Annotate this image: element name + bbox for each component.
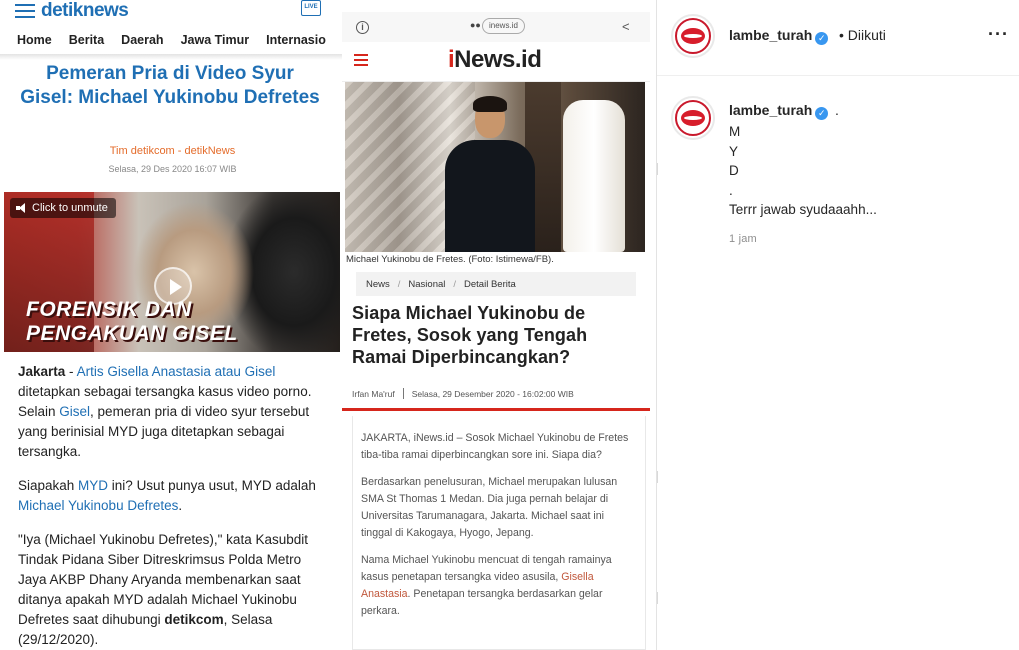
caption-line: M (729, 124, 741, 139)
article-title: Siapa Michael Yukinobu de Fretes, Sosok … (352, 303, 588, 367)
post-username[interactable]: lambe_turah ✓ (729, 27, 829, 45)
nav-item-home[interactable]: Home (0, 30, 52, 54)
edge-tick (657, 471, 658, 483)
link-gisella[interactable]: Artis Gisella Anastasia atau Gisel (77, 364, 276, 379)
detik-nav: Home Berita Daerah Jawa Timur Internasio (0, 30, 345, 54)
red-divider (342, 408, 650, 411)
article-author[interactable]: Irfan Ma'ruf (352, 389, 395, 399)
instagram-panel: lambe_turah ✓ • Diikuti ··· lambe_turah ✓ … (656, 0, 1019, 650)
video-caption-line2: PENGAKUAN GISEL (26, 322, 238, 345)
post-caption: M Y D . Terrr jawab syudaaahh... (729, 122, 877, 220)
post-timestamp[interactable]: 1 jam (729, 233, 757, 245)
detik-topbar: detiknews LIVE (0, 0, 345, 26)
detik-logo-part1: detik (41, 0, 83, 21)
nav-item-berita[interactable]: Berita (52, 30, 104, 54)
detik-panel: detiknews LIVE Home Berita Daerah Jawa T… (0, 0, 345, 650)
nav-item-internasional[interactable]: Internasio (249, 30, 326, 54)
article-meta: Irfan Ma'ruf Selasa, 29 Desember 2020 - … (352, 388, 574, 399)
inews-logo-rest: News.id (454, 46, 542, 73)
source-name: detikcom (164, 612, 224, 627)
dateline: Jakarta (18, 364, 66, 379)
paragraph-2-text-c: . (178, 498, 183, 513)
comment-avatar[interactable] (671, 96, 715, 140)
menu-icon[interactable] (354, 54, 368, 66)
following-status[interactable]: • Diikuti (839, 27, 886, 43)
paragraph-2: Berdasarkan penelusuran, Michael merupak… (361, 476, 618, 539)
video-player[interactable]: Click to unmute FORENSIK DAN PENGAKUAN G… (4, 192, 340, 352)
more-options-icon[interactable]: ··· (988, 24, 1009, 45)
nav-divider (0, 54, 345, 60)
breadcrumb-separator: / (397, 278, 401, 290)
info-icon[interactable]: i (356, 21, 369, 34)
live-tv-icon[interactable]: LIVE (301, 0, 321, 16)
verified-badge-icon: ✓ (815, 107, 829, 120)
meta-divider (402, 388, 404, 399)
paragraph-1: JAKARTA, iNews.id – Sosok Michael Yukino… (361, 432, 629, 461)
dateline-dash: - (65, 364, 77, 379)
caption-first-line: . (835, 102, 839, 118)
photo-person (445, 96, 535, 252)
nav-item-daerah[interactable]: Daerah (104, 30, 163, 54)
article-headline: Pemeran Pria di Video Syur Gisel: Michae… (20, 63, 320, 108)
share-icon[interactable]: < (622, 19, 630, 34)
caption-line: . (729, 182, 733, 198)
edge-tick (657, 163, 658, 175)
url-pill[interactable]: inews.id (482, 18, 525, 34)
avatar[interactable] (671, 14, 715, 58)
edge-tick (657, 592, 658, 604)
menu-icon[interactable] (15, 4, 35, 20)
detik-logo[interactable]: detiknews (41, 0, 129, 22)
article-body: JAKARTA, iNews.id – Sosok Michael Yukino… (352, 416, 646, 650)
post-header: lambe_turah ✓ • Diikuti ··· (657, 0, 1019, 76)
url-dots: ●● (470, 20, 481, 30)
link-myd[interactable]: MYD (78, 478, 108, 493)
paragraph-3: Nama Michael Yukinobu mencuat di tengah … (361, 552, 637, 620)
lips-logo-icon (681, 110, 705, 126)
username-text: lambe_turah (729, 102, 813, 118)
article-date: Selasa, 29 Des 2020 16:07 WIB (108, 164, 237, 174)
caption-line: Terrr jawab syudaaahh... (729, 202, 877, 217)
lips-logo-icon (681, 28, 705, 44)
verified-badge-icon: ✓ (815, 32, 829, 45)
article-author[interactable]: Tim detikcom - detikNews (0, 145, 345, 157)
breadcrumb-nasional[interactable]: Nasional (408, 279, 445, 290)
nav-item-jawa-timur[interactable]: Jawa Timur (164, 30, 250, 54)
caption-line: Y (729, 143, 739, 159)
inews-header: iNews.id (342, 42, 650, 82)
detik-logo-part2: news (82, 0, 129, 21)
photo-robe (563, 100, 625, 252)
paragraph-3: "Iya (Michael Yukinobu Defretes)," kata … (18, 530, 330, 650)
speaker-icon (16, 203, 27, 213)
breadcrumb-detail: Detail Berita (464, 278, 516, 290)
link-michael[interactable]: Michael Yukinobu Defretes (18, 498, 178, 513)
paragraph-2-text-a: Siapakah (18, 478, 79, 493)
article-body: Jakarta - Artis Gisella Anastasia atau G… (18, 362, 330, 650)
video-caption-line1: FORENSIK DAN (26, 298, 192, 321)
breadcrumb-news[interactable]: News (366, 279, 390, 290)
paragraph-2: Siapakah MYD ini? Usut punya usut, MYD a… (18, 476, 330, 516)
paragraph-1: Jakarta - Artis Gisella Anastasia atau G… (18, 362, 330, 462)
unmute-label: Click to unmute (32, 202, 108, 214)
inews-logo[interactable]: iNews.id (448, 46, 542, 74)
article-date: Selasa, 29 Desember 2020 - 16:02:00 WIB (411, 388, 574, 399)
photo-caption: Michael Yukinobu de Fretes. (Foto: Istim… (346, 254, 554, 265)
inews-panel: i ●● inews.id < iNews.id Michael Yukinob… (342, 12, 650, 650)
breadcrumb: News / Nasional / Detail Berita (356, 272, 636, 296)
article-photo (345, 82, 645, 252)
breadcrumb-separator: / (453, 278, 457, 290)
browser-bar: i ●● inews.id < (342, 12, 650, 42)
caption-line: D (729, 163, 739, 178)
link-gisel[interactable]: Gisel (59, 404, 90, 419)
paragraph-2-text-b: ini? Usut punya usut, MYD adalah (108, 478, 316, 493)
username-text: lambe_turah (729, 27, 813, 43)
unmute-button[interactable]: Click to unmute (10, 198, 116, 218)
caption-username[interactable]: lambe_turah ✓ (729, 102, 829, 120)
